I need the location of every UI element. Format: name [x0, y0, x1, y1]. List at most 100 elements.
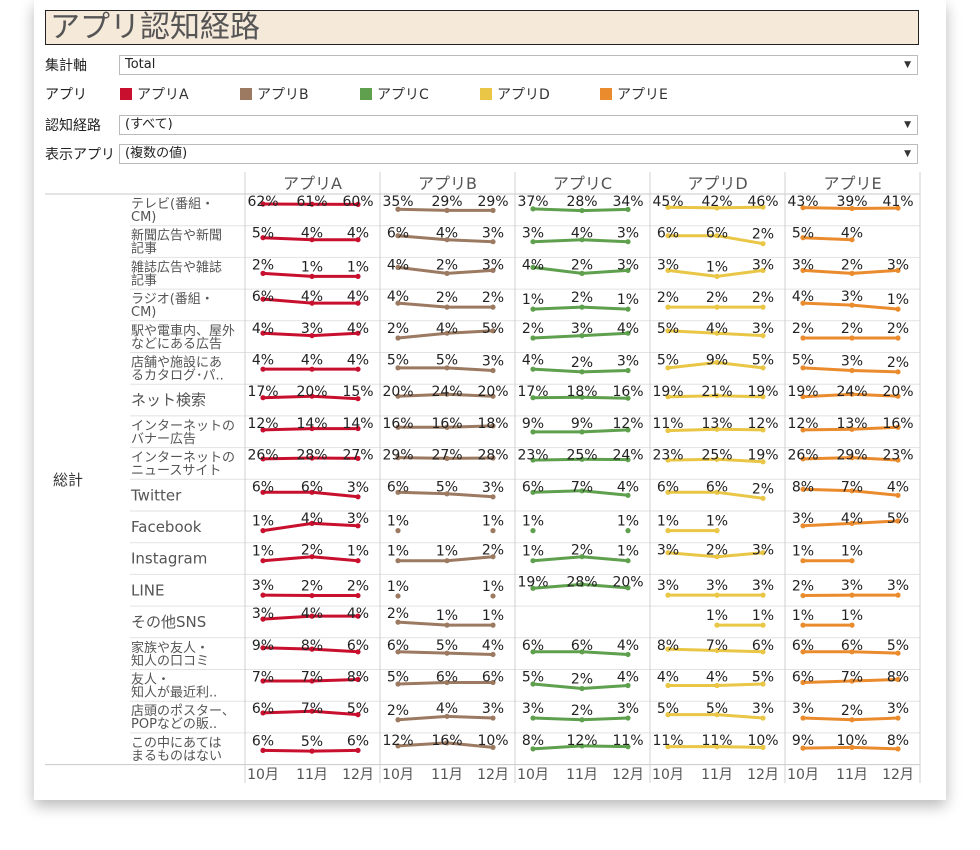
data-label: 2% — [841, 257, 863, 273]
data-label: 61% — [296, 194, 327, 210]
data-label: 6% — [792, 670, 814, 686]
data-label: 2% — [571, 672, 593, 688]
data-label: 1% — [522, 544, 544, 560]
data-label: 28% — [566, 194, 597, 210]
row-label: 記事 — [131, 241, 157, 257]
data-label: 7% — [841, 479, 863, 495]
data-label: 7% — [301, 701, 323, 717]
row-label: まるものはない — [131, 749, 222, 764]
data-label: 5% — [436, 353, 458, 369]
row-label: 知人が最近利.. — [131, 685, 217, 701]
data-label: 7% — [252, 670, 274, 686]
data-label: 6% — [436, 670, 458, 686]
data-label: 4% — [301, 353, 323, 369]
data-label: 2% — [752, 227, 774, 243]
data-label: 1% — [706, 514, 728, 530]
data-label: 2% — [706, 290, 728, 306]
data-label: 20% — [477, 384, 508, 400]
data-label: 16% — [882, 416, 913, 432]
data-label: 11% — [652, 733, 683, 749]
data-label: 6% — [347, 733, 369, 749]
data-label: 4% — [347, 289, 369, 305]
data-label: 4% — [706, 321, 728, 337]
column-header-label: アプリA — [283, 174, 342, 193]
row-label: 知人の口コミ — [131, 653, 209, 669]
data-label: 8% — [887, 670, 909, 686]
data-label: 4% — [252, 321, 274, 337]
data-label: 2% — [706, 543, 728, 559]
data-label: 2% — [792, 579, 814, 595]
data-label: 3% — [887, 578, 909, 594]
x-tick-label: 11月 — [296, 767, 328, 783]
data-label: 1% — [482, 579, 504, 595]
data-label: 2% — [436, 290, 458, 306]
row-label: Twitter — [130, 486, 182, 504]
row-label: ネット検索 — [131, 391, 206, 409]
data-label: 4% — [617, 638, 639, 654]
data-label: 15% — [342, 384, 373, 400]
data-label: 29% — [431, 194, 462, 210]
row-label: Facebook — [131, 518, 202, 536]
data-label: 12% — [566, 733, 597, 749]
data-label: 46% — [747, 194, 778, 210]
data-label: 20% — [612, 574, 643, 590]
data-label: 1% — [387, 514, 409, 530]
data-label: 5% — [887, 638, 909, 654]
data-label: 1% — [387, 579, 409, 595]
data-label: 4% — [657, 670, 679, 686]
data-label: 2% — [301, 543, 323, 559]
data-label: 3% — [617, 354, 639, 370]
data-label: 7% — [301, 670, 323, 686]
data-label: 11% — [652, 416, 683, 432]
data-label: 5% — [657, 353, 679, 369]
data-label: 1% — [617, 514, 639, 530]
data-label: 3% — [482, 480, 504, 496]
data-label: 1% — [657, 514, 679, 530]
data-label: 2% — [752, 290, 774, 306]
data-label: 3% — [571, 321, 593, 337]
data-label: 10% — [477, 733, 508, 749]
data-label: 3% — [252, 606, 274, 622]
data-label: 3% — [752, 543, 774, 559]
x-tick-label: 10月 — [652, 767, 684, 783]
data-label: 3% — [657, 578, 679, 594]
data-label: 3% — [482, 226, 504, 242]
column-header-label: アプリE — [823, 174, 881, 193]
row-label: Instagram — [131, 550, 207, 568]
data-label: 6% — [301, 479, 323, 495]
data-label: 6% — [387, 479, 409, 495]
data-label: 2% — [792, 321, 814, 337]
data-label: 1% — [347, 259, 369, 275]
data-label: 16% — [612, 384, 643, 400]
data-label: 5% — [706, 701, 728, 717]
x-tick-label: 10月 — [787, 767, 819, 783]
x-tick-label: 12月 — [477, 767, 509, 783]
data-label: 2% — [571, 290, 593, 306]
data-label: 20% — [882, 384, 913, 400]
row-label: るカタログ･パ.. — [131, 369, 224, 384]
data-label: 5% — [387, 353, 409, 369]
data-label: 24% — [836, 384, 867, 400]
data-label: 6% — [706, 226, 728, 242]
data-label: 2% — [252, 257, 274, 273]
data-label: 2% — [571, 543, 593, 559]
data-label: 17% — [517, 384, 548, 400]
data-label: 23% — [652, 448, 683, 464]
data-label: 17% — [247, 384, 278, 400]
data-label: 3% — [841, 578, 863, 594]
data-label: 6% — [347, 638, 369, 654]
data-label: 10% — [836, 733, 867, 749]
data-label: 1% — [617, 544, 639, 560]
column-header-label: アプリD — [687, 174, 747, 193]
data-label: 1% — [792, 544, 814, 560]
data-label: 43% — [787, 194, 818, 210]
data-label: 4% — [522, 257, 544, 273]
data-label: 10% — [747, 733, 778, 749]
data-label: 19% — [747, 448, 778, 464]
data-label: 12% — [787, 416, 818, 432]
data-label: 41% — [882, 194, 913, 210]
data-label: 7% — [706, 638, 728, 654]
data-label: 28% — [477, 448, 508, 464]
data-label: 6% — [387, 226, 409, 242]
data-label: 5% — [387, 670, 409, 686]
